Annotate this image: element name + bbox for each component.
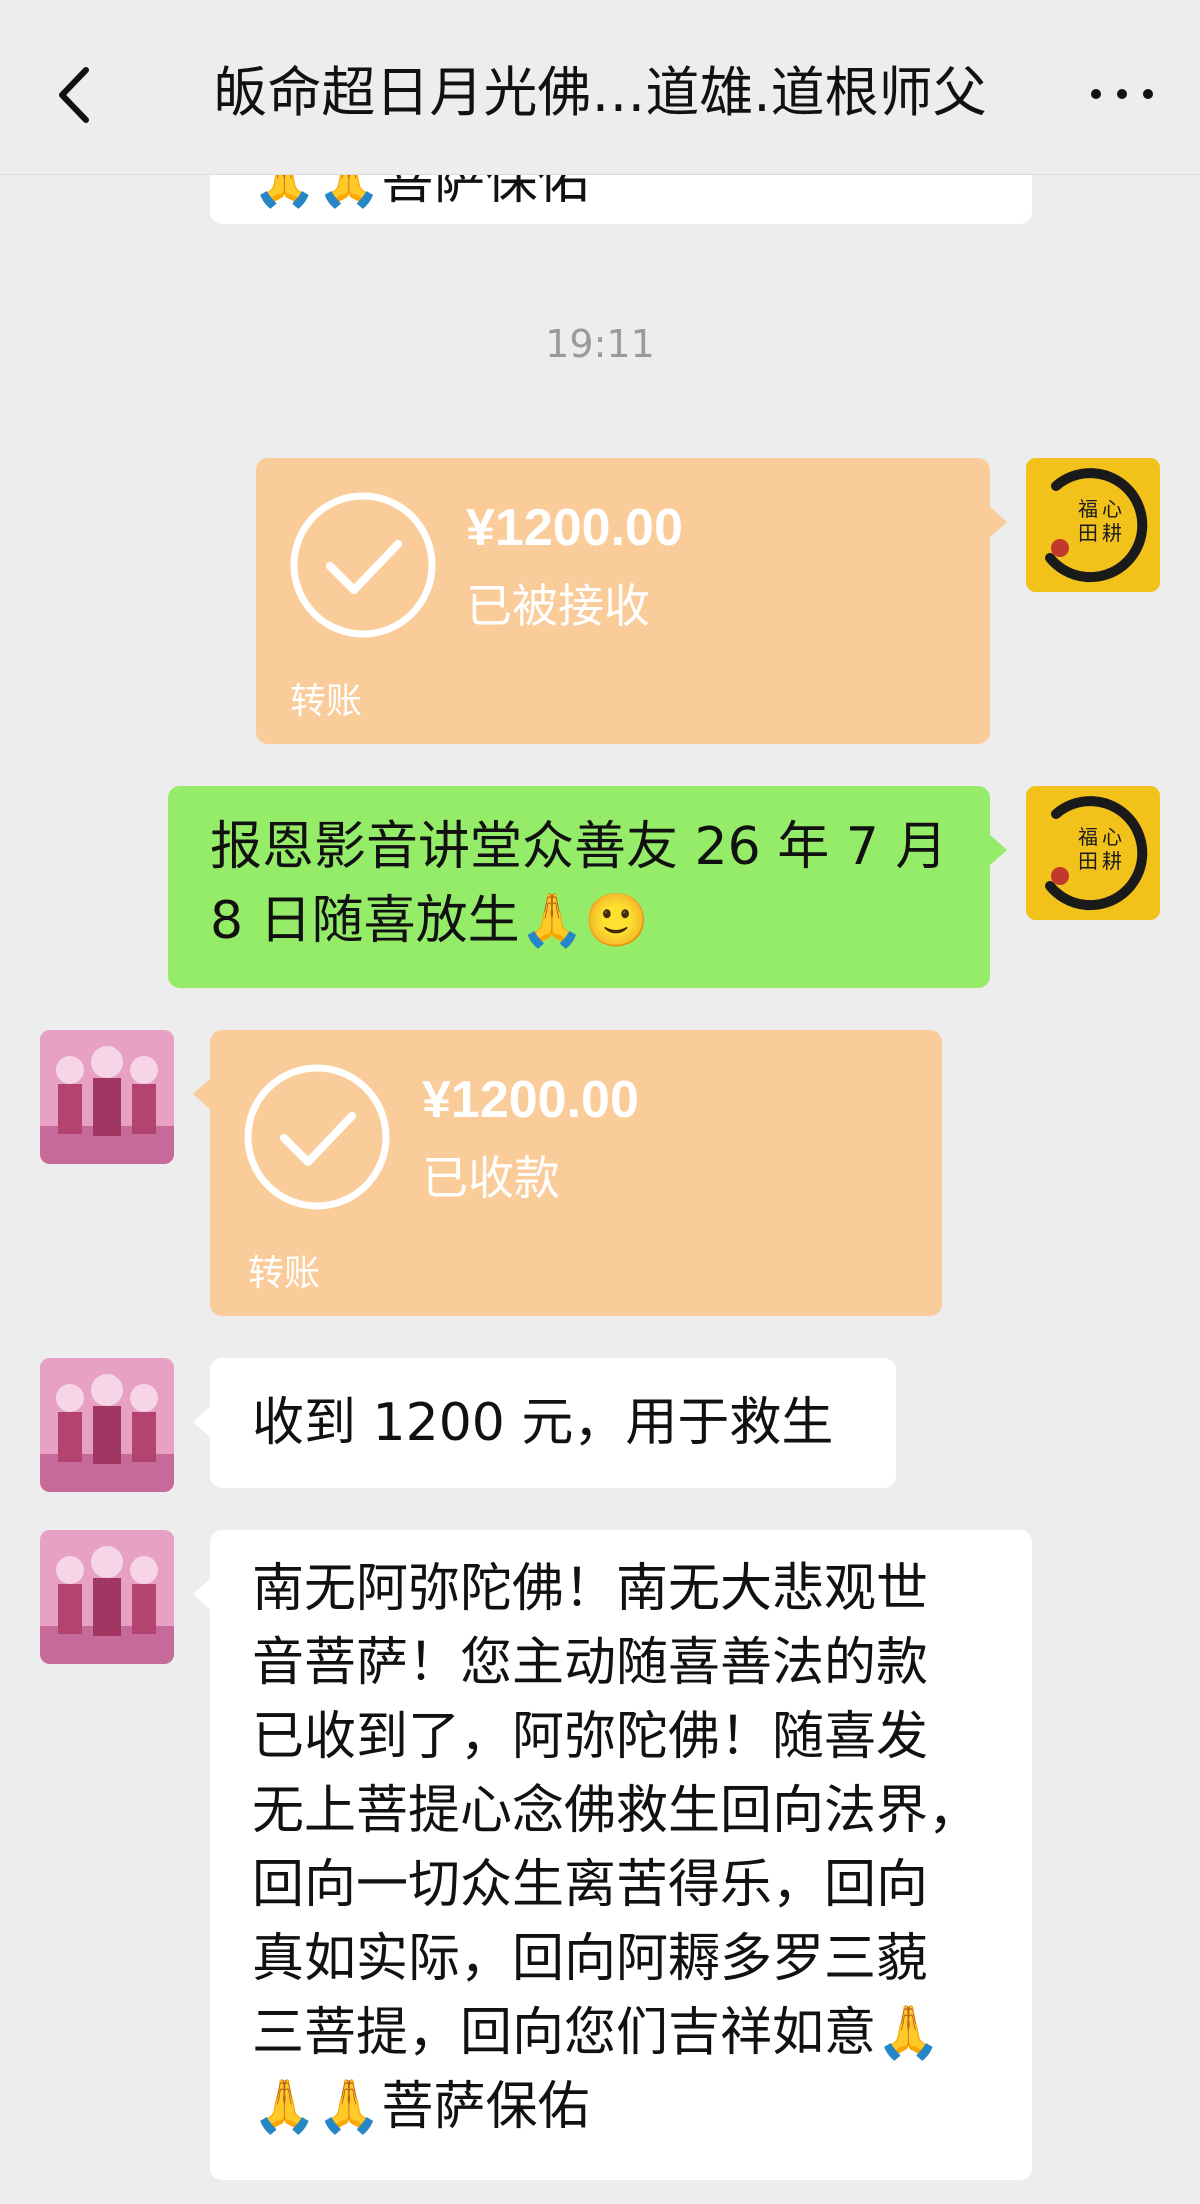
svg-text:耕: 耕 [1102, 521, 1122, 545]
svg-text:心: 心 [1102, 825, 1122, 849]
transfer-status: 已被接收 [466, 579, 650, 633]
message-text-line: 三菩提，回向您们吉祥如意🙏 [252, 2003, 941, 2063]
svg-text:耕: 耕 [1102, 849, 1122, 873]
message-bubble-contact[interactable]: 收到 1200 元，用于救生 [193, 1358, 896, 1488]
chat-header: 皈命超日月光佛…道雄.道根师父 [0, 0, 1200, 175]
message-text: 收到 1200 元，用于救生 [252, 1393, 834, 1453]
message-text-block: 南无阿弥陀佛！南无大悲观世 音菩萨！您主动随喜善法的款 已收到了，阿弥陀佛！随喜… [252, 1552, 980, 2144]
svg-text:福: 福 [1078, 825, 1098, 849]
message-bubble-self[interactable]: 报恩影音讲堂众善友 26 年 7 月 8 日随喜放生🙏🙂 [168, 786, 1007, 988]
transfer-amount: ¥1200.00 [466, 499, 683, 557]
buddha-image-icon [40, 1358, 174, 1492]
message-timestamp: 19:11 [545, 322, 655, 366]
transfer-label: 转账 [248, 1253, 321, 1294]
checkmark-circle-icon [244, 1064, 390, 1210]
transfer-card-received[interactable]: ¥1200.00 已收款 转账 [193, 1030, 942, 1316]
svg-text:福: 福 [1078, 497, 1098, 521]
buddha-image-icon [40, 1530, 174, 1664]
message-text-line: 真如实际，回向阿耨多罗三藐 [252, 1929, 929, 1989]
fu-tian-xin-geng-logo-icon: 福 田 心 耕 [1026, 786, 1160, 920]
fu-tian-xin-geng-logo-icon: 福 田 心 耕 [1026, 458, 1160, 592]
avatar-contact[interactable] [40, 1030, 174, 1164]
svg-text:田: 田 [1078, 521, 1098, 545]
bubble-tail [989, 506, 1007, 538]
message-text-line: 无上菩提心念佛救生回向法界， [252, 1781, 981, 1841]
message-text-line: 音菩萨！您主动随喜善法的款 [252, 1633, 929, 1693]
avatar-self[interactable]: 福 田 心 耕 [1026, 786, 1160, 920]
transfer-card-sent[interactable]: ¥1200.00 已被接收 转账 [256, 458, 1007, 744]
svg-text:心: 心 [1102, 497, 1122, 521]
message-text-line: 8 日随喜放生🙏🙂 [210, 891, 650, 951]
message-bubble-contact[interactable]: 南无阿弥陀佛！南无大悲观世 音菩萨！您主动随喜善法的款 已收到了，阿弥陀佛！随喜… [193, 1530, 1032, 2180]
checkmark-circle-icon [290, 492, 436, 638]
message-text-line: 🙏🙏菩萨保佑 [252, 2077, 590, 2137]
transfer-label: 转账 [290, 681, 363, 722]
svg-text:田: 田 [1078, 849, 1098, 873]
back-chevron-icon[interactable] [40, 50, 110, 140]
bubble-tail [193, 1578, 211, 1610]
avatar-contact[interactable] [40, 1530, 174, 1664]
buddha-image-icon [40, 1030, 174, 1164]
transfer-amount: ¥1200.00 [422, 1071, 639, 1129]
more-dots-icon[interactable] [1082, 62, 1162, 122]
chat-area: 🙏🙏菩萨保佑 19:11 ¥1200.00 已被接收 转账 福 田 心 耕 报恩… [0, 0, 1200, 2204]
bubble-tail [193, 1406, 211, 1438]
transfer-status: 已收款 [422, 1151, 560, 1205]
avatar-contact[interactable] [40, 1358, 174, 1492]
bubble-tail [193, 1078, 211, 1110]
bubble-tail [989, 834, 1007, 866]
message-text-line: 南无阿弥陀佛！南无大悲观世 [252, 1559, 929, 1619]
message-text-line: 回向一切众生离苦得乐，回向 [252, 1855, 929, 1915]
message-text-line: 报恩影音讲堂众善友 26 年 7 月 [210, 817, 948, 877]
chat-title: 皈命超日月光佛…道雄.道根师父 [213, 61, 987, 124]
message-text-line: 已收到了，阿弥陀佛！随喜发 [252, 1707, 929, 1767]
avatar-self[interactable]: 福 田 心 耕 [1026, 458, 1160, 592]
